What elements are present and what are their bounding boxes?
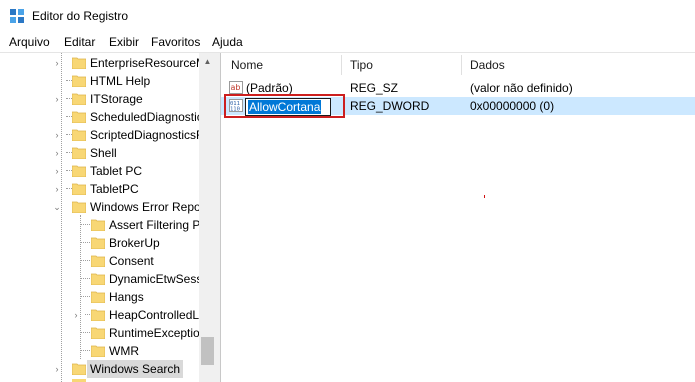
key-tree[interactable]: EnterpriseResourceM HTML Help ITStorage … bbox=[0, 53, 216, 382]
tree-item-label: TabletPC bbox=[90, 182, 139, 196]
expand-icon[interactable]: › bbox=[53, 149, 61, 158]
folder-icon bbox=[91, 345, 105, 357]
tree-guide-line bbox=[80, 278, 90, 280]
tree-item-label: Assert Filtering P bbox=[109, 218, 201, 232]
value-type: REG_SZ bbox=[350, 81, 399, 95]
window-title: Editor do Registro bbox=[32, 9, 129, 23]
folder-icon bbox=[91, 327, 105, 339]
svg-text:ab: ab bbox=[231, 83, 241, 92]
menu-ajuda[interactable]: Ajuda bbox=[212, 35, 243, 49]
string-value-icon: ab bbox=[229, 81, 243, 94]
tree-item-label: Tablet PC bbox=[90, 164, 143, 178]
menu-editar[interactable]: Editar bbox=[64, 35, 95, 49]
column-divider[interactable] bbox=[341, 55, 342, 75]
expand-icon[interactable]: › bbox=[53, 131, 61, 140]
value-data: (valor não definido) bbox=[470, 81, 573, 95]
folder-icon bbox=[91, 255, 105, 267]
menu-exibir[interactable]: Exibir bbox=[109, 35, 139, 49]
folder-icon bbox=[72, 57, 86, 69]
expand-icon[interactable]: › bbox=[53, 365, 61, 374]
menu-favoritos[interactable]: Favoritos bbox=[151, 35, 200, 49]
tree-item-label: Hangs bbox=[109, 290, 144, 304]
scroll-up-icon[interactable]: ▲ bbox=[199, 53, 216, 70]
tree-item-label: Shell bbox=[90, 146, 117, 160]
folder-icon bbox=[72, 165, 86, 177]
menu-arquivo[interactable]: Arquivo bbox=[9, 35, 50, 49]
folder-icon bbox=[72, 201, 86, 213]
folder-icon bbox=[72, 363, 86, 375]
folder-icon bbox=[91, 291, 105, 303]
tree-item-label: Consent bbox=[109, 254, 154, 268]
folder-icon bbox=[72, 111, 86, 123]
tree-scrollbar[interactable]: ▲ bbox=[199, 53, 216, 382]
tree-guide-line bbox=[80, 242, 90, 244]
tree-item-label: Windows Error Repo bbox=[90, 200, 201, 214]
stray-mark bbox=[484, 195, 485, 198]
tree-item-label: ScheduledDiagnostic bbox=[90, 110, 203, 124]
tree-guide-line bbox=[80, 224, 90, 226]
expand-icon[interactable]: › bbox=[53, 59, 61, 68]
folder-icon bbox=[72, 183, 86, 195]
tree-guide-line bbox=[80, 296, 90, 298]
folder-icon bbox=[91, 219, 105, 231]
column-header-type[interactable]: Tipo bbox=[350, 53, 373, 77]
collapse-icon[interactable]: ⌄ bbox=[53, 203, 61, 212]
tree-guide-line bbox=[80, 332, 90, 334]
annotation-highlight bbox=[224, 94, 345, 118]
tree-item-label: BrokerUp bbox=[109, 236, 160, 250]
expand-icon[interactable]: › bbox=[53, 95, 61, 104]
title-bar: Editor do Registro bbox=[0, 0, 695, 32]
tree-item-label: HeapControlledL bbox=[109, 308, 200, 322]
tree-item-label: ScriptedDiagnosticsF bbox=[90, 128, 204, 142]
tree-item-label: WMR bbox=[109, 344, 139, 358]
expand-icon[interactable]: › bbox=[53, 167, 61, 176]
tree-guide-line bbox=[85, 314, 90, 316]
tree-item-label: Windows Search bbox=[87, 360, 184, 378]
folder-icon bbox=[91, 273, 105, 285]
folder-icon bbox=[72, 147, 86, 159]
value-data: 0x00000000 (0) bbox=[470, 99, 555, 113]
value-type: REG_DWORD bbox=[350, 99, 430, 113]
menu-bar: Arquivo Editar Exibir Favoritos Ajuda bbox=[0, 32, 695, 52]
tree-item-label: EnterpriseResourceM bbox=[90, 56, 207, 70]
expand-icon[interactable]: › bbox=[72, 311, 80, 320]
tree-guide-line bbox=[80, 215, 82, 359]
expand-icon[interactable]: › bbox=[53, 185, 61, 194]
column-header-data[interactable]: Dados bbox=[470, 53, 505, 77]
folder-icon bbox=[72, 129, 86, 141]
registry-editor-icon bbox=[10, 9, 24, 23]
scroll-thumb[interactable] bbox=[201, 337, 214, 365]
folder-icon bbox=[72, 75, 86, 87]
tree-item-label: DynamicEtwSess bbox=[109, 272, 203, 286]
tree-guide-line bbox=[80, 350, 90, 352]
column-header-name[interactable]: Nome bbox=[231, 53, 263, 77]
tree-item-label: ITStorage bbox=[90, 92, 143, 106]
folder-icon bbox=[91, 309, 105, 321]
folder-icon bbox=[72, 93, 86, 105]
tree-guide-line bbox=[80, 260, 90, 262]
column-divider[interactable] bbox=[461, 55, 462, 75]
tree-item-label: RuntimeExceptio bbox=[109, 326, 200, 340]
folder-icon bbox=[91, 237, 105, 249]
tree-guide-line bbox=[61, 53, 63, 382]
tree-item-label: HTML Help bbox=[90, 74, 151, 88]
